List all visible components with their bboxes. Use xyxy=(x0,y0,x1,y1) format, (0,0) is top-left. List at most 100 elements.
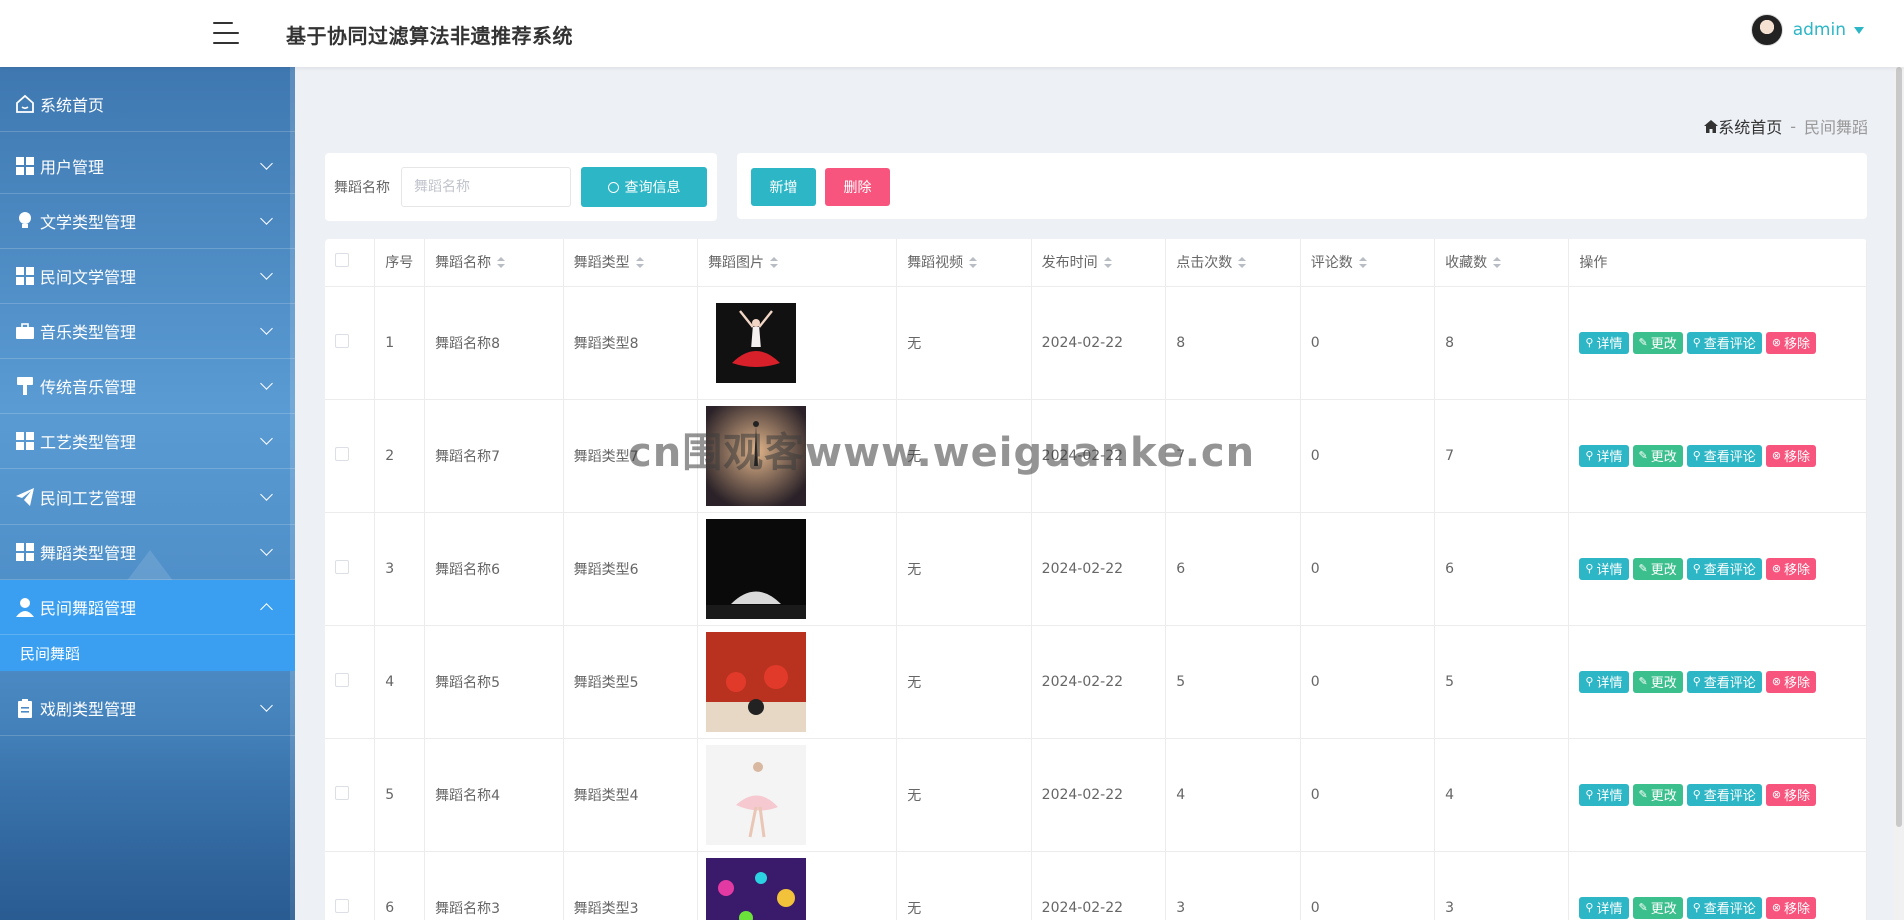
cell-index-td: 5 xyxy=(374,738,426,852)
column-header[interactable]: 舞蹈图片 xyxy=(697,239,898,287)
cell-index-td: 4 xyxy=(374,625,426,739)
cell-name-td: 舞蹈名称4 xyxy=(424,738,564,852)
view-comments-button[interactable]: ⚲ 查看评论 xyxy=(1686,783,1762,806)
search-icon: ⚲ xyxy=(1585,562,1594,575)
sort-icon[interactable] xyxy=(969,257,978,269)
remove-button[interactable]: ⊗ 移除 xyxy=(1765,783,1817,806)
column-header[interactable]: 发布时间 xyxy=(1031,239,1167,287)
menu-toggle-icon[interactable] xyxy=(213,21,241,45)
sidebar-item-0[interactable]: 系统首页 xyxy=(0,77,295,132)
delete-button[interactable]: 删除 xyxy=(825,168,890,206)
edit-button[interactable]: ✎ 更改 xyxy=(1632,783,1683,806)
sidebar-item-4[interactable]: 音乐类型管理 xyxy=(0,304,295,359)
detail-button[interactable]: ⚲ 详情 xyxy=(1579,670,1629,693)
user-name: admin xyxy=(1792,20,1846,40)
view-comments-button[interactable]: ⚲ 查看评论 xyxy=(1686,444,1762,467)
remove-button[interactable]: ⊗ 移除 xyxy=(1765,444,1817,467)
row-checkbox[interactable] xyxy=(335,333,349,348)
remove-button[interactable]: ⊗ 移除 xyxy=(1765,670,1817,693)
sidebar-item-5[interactable]: 传统音乐管理 xyxy=(0,359,295,414)
remove-button[interactable]: ⊗ 移除 xyxy=(1765,331,1817,354)
breadcrumb-home[interactable]: 系统首页 xyxy=(1704,114,1782,138)
row-checkbox[interactable] xyxy=(335,672,349,687)
column-header[interactable]: 舞蹈视频 xyxy=(896,239,1032,287)
row-actions: ⚲ 详情 ✎ 更改 ⚲ 查看评论 ⊗ 移除 xyxy=(1579,331,1866,354)
cell-clicks-td: 7 xyxy=(1165,399,1301,513)
view-comments-button[interactable]: ⚲ 查看评论 xyxy=(1686,670,1762,693)
view-comments-button[interactable]: ⚲ 查看评论 xyxy=(1686,557,1762,580)
sort-icon[interactable] xyxy=(1493,257,1502,269)
column-header[interactable]: 舞蹈名称 xyxy=(424,239,564,287)
edit-button[interactable]: ✎ 更改 xyxy=(1632,331,1683,354)
sidebar-item-1[interactable]: 用户管理 xyxy=(0,139,295,194)
detail-label: 详情 xyxy=(1596,902,1623,917)
table-row[interactable]: 1 舞蹈名称8 舞蹈类型8 无 2024-02-22 8 0 8 ⚲ 详情 ✎ 更改 ⚲ 查看评论 ⊗ 移除 xyxy=(325,286,1867,400)
cell-image-td xyxy=(697,286,898,400)
cell-video: 无 xyxy=(907,561,922,578)
cell-comments: 0 xyxy=(1310,334,1320,351)
search-button[interactable]: 查询信息 xyxy=(581,167,707,207)
column-header-label: 评论数 xyxy=(1310,255,1353,272)
edit-button[interactable]: ✎ 更改 xyxy=(1632,444,1683,467)
cell-date-td: 2024-02-22 xyxy=(1031,625,1167,739)
user-menu[interactable]: admin xyxy=(1750,14,1864,46)
edit-button[interactable]: ✎ 更改 xyxy=(1632,670,1683,693)
sidebar-subitem-folk-dance[interactable]: 民间舞蹈 xyxy=(0,635,295,671)
sidebar-item-9[interactable]: 民间舞蹈管理 xyxy=(0,580,295,635)
page-scrollbar[interactable] xyxy=(1894,67,1904,920)
view-comments-button[interactable]: ⚲ 查看评论 xyxy=(1686,331,1762,354)
table-row[interactable]: 6 舞蹈名称3 舞蹈类型3 无 2024-02-22 3 0 3 ⚲ 详情 ✎ 更改 ⚲ 查看评论 ⊗ 移除 xyxy=(325,851,1867,920)
row-checkbox[interactable] xyxy=(335,559,349,574)
comments-label: 查看评论 xyxy=(1703,450,1756,465)
edit-button[interactable]: ✎ 更改 xyxy=(1632,896,1683,919)
sort-icon[interactable] xyxy=(635,257,644,269)
sidebar-item-6[interactable]: 工艺类型管理 xyxy=(0,414,295,469)
detail-button[interactable]: ⚲ 详情 xyxy=(1579,331,1629,354)
sort-icon[interactable] xyxy=(1358,257,1367,269)
table-row[interactable]: 3 舞蹈名称6 舞蹈类型6 无 2024-02-22 6 0 6 ⚲ 详情 ✎ 更改 ⚲ 查看评论 ⊗ 移除 xyxy=(325,512,1867,626)
detail-button[interactable]: ⚲ 详情 xyxy=(1579,444,1629,467)
column-header[interactable]: 评论数 xyxy=(1300,239,1436,287)
search-input[interactable] xyxy=(401,167,571,207)
sort-icon[interactable] xyxy=(770,257,779,269)
column-header[interactable]: 收藏数 xyxy=(1434,239,1570,287)
scrollbar-thumb[interactable] xyxy=(1896,67,1902,827)
cell-index: 2 xyxy=(385,447,395,464)
cell-name: 舞蹈名称8 xyxy=(435,335,501,352)
column-header-label: 操作 xyxy=(1579,255,1608,272)
column-header[interactable]: 舞蹈类型 xyxy=(563,239,699,287)
sort-icon[interactable] xyxy=(497,257,506,269)
view-comments-button[interactable]: ⚲ 查看评论 xyxy=(1686,896,1762,919)
sidebar-item-8[interactable]: 舞蹈类型管理 xyxy=(0,525,295,580)
remove-button[interactable]: ⊗ 移除 xyxy=(1765,557,1817,580)
cell-index: 5 xyxy=(385,786,395,803)
cell-name: 舞蹈名称7 xyxy=(435,448,501,465)
sort-icon[interactable] xyxy=(1238,257,1247,269)
column-header[interactable]: 点击次数 xyxy=(1165,239,1301,287)
row-checkbox[interactable] xyxy=(335,446,349,461)
cell-favorites: 4 xyxy=(1445,786,1454,803)
table-row[interactable]: 4 舞蹈名称5 舞蹈类型5 无 2024-02-22 5 0 5 ⚲ 详情 ✎ 更改 ⚲ 查看评论 ⊗ 移除 xyxy=(325,625,1867,739)
row-checkbox[interactable] xyxy=(335,898,349,913)
sidebar-item-7[interactable]: 民间工艺管理 xyxy=(0,470,295,525)
select-all-checkbox[interactable] xyxy=(335,253,349,268)
table-row[interactable]: 2 舞蹈名称7 舞蹈类型7 无 2024-02-22 7 0 7 ⚲ 详情 ✎ 更改 ⚲ 查看评论 ⊗ 移除 xyxy=(325,399,1867,513)
remove-button[interactable]: ⊗ 移除 xyxy=(1765,896,1817,919)
cell-favorites-td: 3 xyxy=(1434,851,1570,920)
table-row[interactable]: 5 舞蹈名称4 舞蹈类型4 无 2024-02-22 4 0 4 ⚲ 详情 ✎ 更改 ⚲ 查看评论 ⊗ 移除 xyxy=(325,738,1867,852)
detail-button[interactable]: ⚲ 详情 xyxy=(1579,783,1629,806)
edit-button[interactable]: ✎ 更改 xyxy=(1632,557,1683,580)
cell-type-td: 舞蹈类型4 xyxy=(563,738,699,852)
cell-type-td: 舞蹈类型5 xyxy=(563,625,699,739)
detail-button[interactable]: ⚲ 详情 xyxy=(1579,896,1629,919)
sidebar-item-2[interactable]: 文学类型管理 xyxy=(0,194,295,249)
lightbulb-icon xyxy=(14,210,36,232)
row-checkbox[interactable] xyxy=(335,785,349,800)
column-header-label: 舞蹈图片 xyxy=(708,255,765,272)
sidebar-item-3[interactable]: 民间文学管理 xyxy=(0,249,295,304)
sidebar-item-10[interactable]: 戏剧类型管理 xyxy=(0,681,295,736)
detail-button[interactable]: ⚲ 详情 xyxy=(1579,557,1629,580)
sort-icon[interactable] xyxy=(1103,257,1112,269)
add-button[interactable]: 新增 xyxy=(751,168,816,206)
close-circle-icon: ⊗ xyxy=(1771,901,1782,914)
